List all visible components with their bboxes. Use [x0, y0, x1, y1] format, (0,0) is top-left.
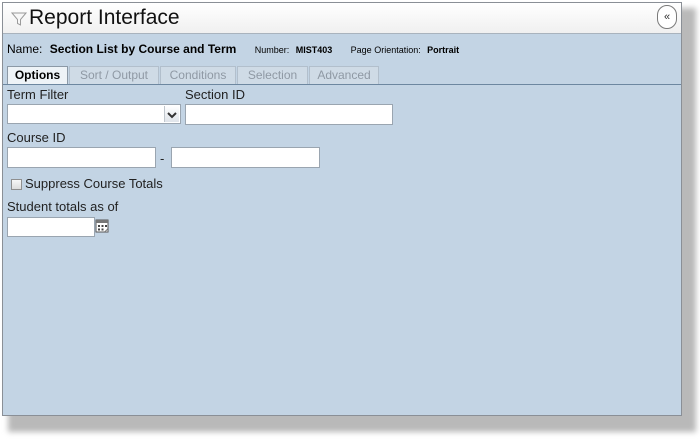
term-filter-dropdown-button[interactable]	[164, 106, 179, 122]
tab-conditions[interactable]: Conditions	[160, 66, 236, 84]
tab-selection[interactable]: Selection	[237, 66, 308, 84]
tab-divider	[3, 84, 681, 85]
page-orientation-value: Portrait	[427, 45, 460, 55]
tab-sort-output[interactable]: Sort / Output	[69, 66, 159, 84]
report-name-label: Name:	[7, 42, 43, 56]
funnel-icon	[11, 12, 27, 26]
course-id-to-input[interactable]	[171, 147, 320, 168]
report-number-label: Number:	[254, 45, 290, 55]
page-orientation-label: Page Orientation:	[350, 45, 421, 55]
tab-options[interactable]: Options	[7, 66, 68, 85]
section-id-label: Section ID	[185, 87, 245, 102]
suppress-course-totals-label: Suppress Course Totals	[25, 176, 163, 191]
window-title: Report Interface	[29, 6, 180, 29]
suppress-course-totals-checkbox[interactable]	[11, 179, 22, 190]
double-chevron-left-icon: «	[663, 11, 671, 23]
chevron-down-icon	[167, 112, 177, 119]
course-id-range-separator: -	[160, 151, 165, 166]
student-totals-label: Student totals as of	[7, 199, 119, 214]
section-id-input[interactable]	[185, 104, 393, 125]
student-totals-date-input[interactable]	[7, 217, 95, 237]
calendar-icon[interactable]	[95, 219, 110, 234]
report-number-value: MIST403	[295, 45, 333, 55]
collapse-button[interactable]: «	[657, 5, 677, 29]
course-id-label: Course ID	[7, 130, 66, 145]
title-bar: Report Interface «	[3, 3, 681, 34]
term-filter-select[interactable]	[7, 104, 181, 124]
term-filter-label: Term Filter	[7, 87, 69, 102]
report-interface-window: Report Interface « Name: Section List by…	[2, 2, 682, 416]
report-name-value: Section List by Course and Term	[49, 42, 237, 56]
report-info-bar: Name: Section List by Course and Term Nu…	[7, 40, 459, 58]
tab-advanced[interactable]: Advanced	[309, 66, 379, 84]
course-id-from-input[interactable]	[7, 147, 156, 168]
